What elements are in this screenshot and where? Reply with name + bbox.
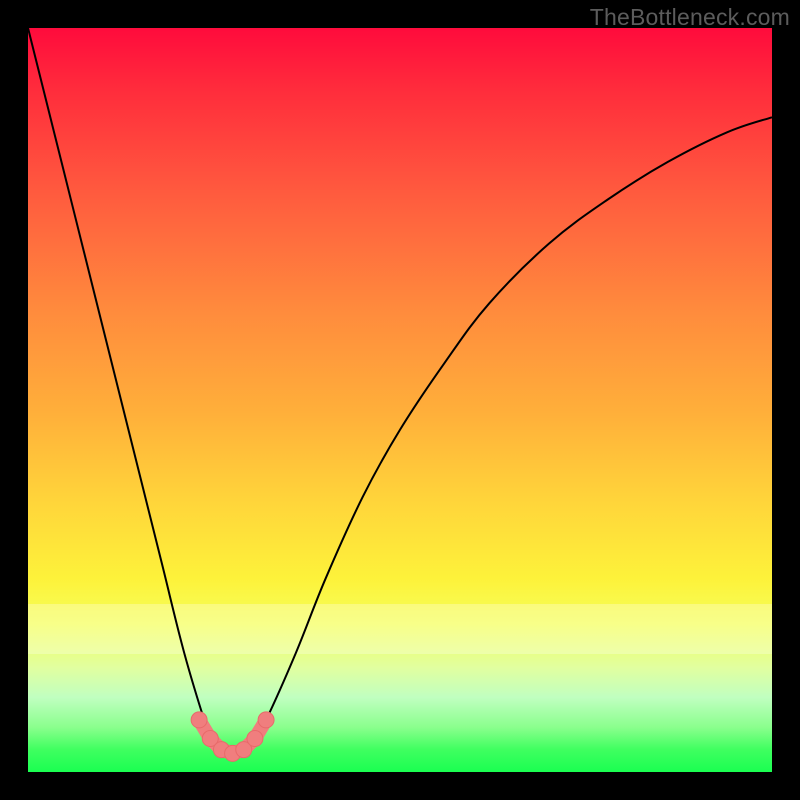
attribution-text: TheBottleneck.com (590, 4, 790, 31)
chart-svg (28, 28, 772, 772)
highlight-dot (247, 731, 263, 747)
highlight-dot (191, 712, 207, 728)
bottleneck-curve-line (28, 28, 772, 758)
highlight-dot (258, 712, 274, 728)
highlight-dots-group (191, 712, 274, 761)
